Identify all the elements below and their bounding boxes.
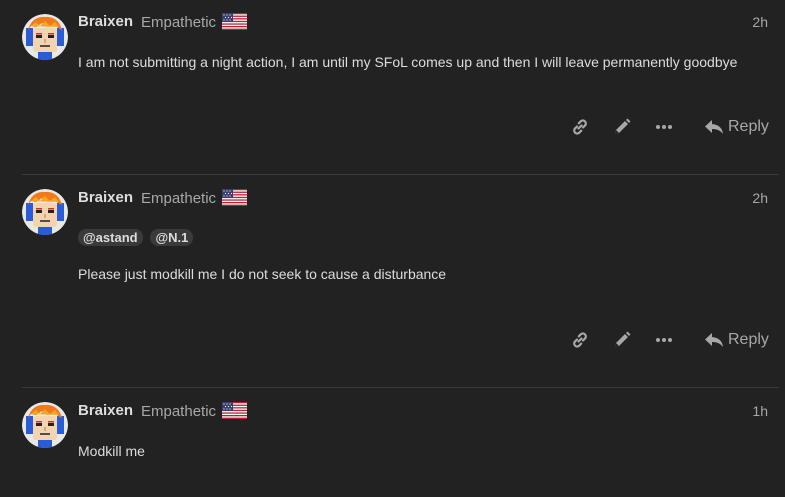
more-actions-button[interactable] [654,117,674,137]
post-divider [22,174,779,175]
post-body: I am not submitting a night action, I am… [78,54,737,70]
ellipsis-icon [654,117,674,137]
pencil-icon [612,117,632,137]
edit-button[interactable] [612,117,632,137]
user-title: Empathetic [141,190,217,207]
post-text: Modkill me [78,443,145,459]
reply-button[interactable]: Reply [704,116,769,138]
ellipsis-icon [654,330,674,350]
share-link-button[interactable] [570,117,590,137]
username[interactable]: Braixen [78,189,133,206]
us-flag-icon [222,189,247,206]
post-actions: Reply [0,113,785,141]
post-text: I am not submitting a night action, I am… [78,54,738,70]
post-divider [22,387,779,388]
us-flag-icon [222,402,247,419]
us-flag-icon [222,13,247,30]
post-time[interactable]: 2h [752,190,768,206]
user-avatar[interactable] [22,402,68,448]
reply-label: Reply [728,331,769,348]
post-time[interactable]: 1h [752,403,768,419]
user-mention[interactable]: @astand [78,229,143,246]
link-icon [570,330,590,350]
username[interactable]: Braixen [78,402,133,419]
user-title: Empathetic [141,14,217,31]
reply-arrow-icon [704,117,724,137]
post-time[interactable]: 2h [752,14,768,30]
edit-button[interactable] [612,330,632,350]
user-avatar[interactable] [22,189,68,235]
user-mention[interactable]: @N.1 [150,229,194,246]
reply-arrow-icon [704,330,724,350]
user-title: Empathetic [141,403,217,420]
pencil-icon [612,330,632,350]
reply-label: Reply [728,118,769,135]
username[interactable]: Braixen [78,13,133,30]
post-body: Modkill me [78,443,145,459]
post-text: Please just modkill me I do not seek to … [78,266,447,282]
post-actions: Reply [0,326,785,354]
share-link-button[interactable] [570,330,590,350]
reply-button[interactable]: Reply [704,329,769,351]
mentions-row: @astand @N.1 [78,229,197,246]
user-avatar[interactable] [22,14,68,60]
more-actions-button[interactable] [654,330,674,350]
post-body: Please just modkill me I do not seek to … [78,266,446,282]
link-icon [570,117,590,137]
